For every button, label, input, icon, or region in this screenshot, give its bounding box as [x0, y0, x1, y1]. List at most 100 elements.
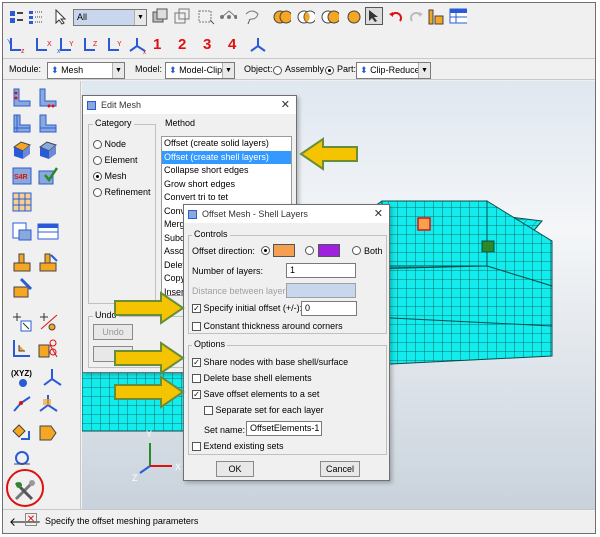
datum-point-icon[interactable] — [11, 393, 33, 415]
virtual-topology-icon[interactable] — [11, 277, 33, 299]
delete-base-checkbox[interactable] — [192, 374, 201, 384]
edit-node-icon[interactable] — [11, 311, 33, 333]
cancel-x-icon[interactable]: ✕ — [25, 513, 37, 526]
method-item[interactable]: Offset (create solid layers) — [162, 137, 291, 151]
seed-edges-icon[interactable] — [37, 87, 59, 109]
union-icon[interactable] — [273, 8, 291, 26]
direction-orange-radio[interactable] — [261, 246, 270, 255]
save-offset-row[interactable]: ✓ Save offset elements to a set — [192, 388, 319, 400]
intersect-icon[interactable] — [297, 8, 315, 26]
pointer-icon[interactable] — [51, 8, 69, 26]
part-radio[interactable] — [325, 66, 334, 75]
datum-csys-icon[interactable] — [41, 367, 63, 389]
repair-icon[interactable] — [37, 421, 59, 443]
node-radio[interactable] — [93, 140, 102, 150]
view-left-icon[interactable]: Y — [103, 36, 125, 54]
redo-icon[interactable] — [407, 8, 425, 26]
wire-icon[interactable] — [11, 447, 33, 469]
query-table-icon[interactable] — [37, 221, 59, 243]
edit-element-icon[interactable] — [37, 311, 59, 333]
distance-input[interactable] — [286, 283, 356, 298]
scissors-icon[interactable] — [37, 337, 59, 359]
assign-stack-icon[interactable] — [11, 221, 33, 243]
select-tool-icon[interactable] — [7, 8, 25, 26]
list-tool-icon[interactable] — [27, 8, 45, 26]
sphere-icon[interactable] — [345, 8, 363, 26]
exclude-icon[interactable] — [321, 8, 339, 26]
query-icon[interactable] — [427, 8, 445, 26]
ok-button[interactable]: OK — [216, 461, 254, 477]
category-node[interactable]: Node — [93, 138, 126, 150]
extend-sets-checkbox[interactable] — [192, 442, 201, 452]
constant-thickness-checkbox[interactable] — [192, 322, 201, 332]
seed-part-icon[interactable] — [11, 87, 33, 109]
offset-mesh-icon[interactable] — [11, 337, 33, 359]
view-front-icon[interactable]: zY — [7, 36, 29, 54]
active-arrow-tool-icon[interactable] — [365, 7, 383, 25]
mesh-radio[interactable] — [93, 172, 102, 182]
mesh-grid-icon[interactable] — [11, 191, 33, 213]
part-combo[interactable]: ⬍ Clip-Reduced ▼ — [356, 62, 431, 79]
category-mesh[interactable]: Mesh — [93, 170, 127, 182]
method-item[interactable]: Grow short edges — [162, 178, 291, 192]
method-item[interactable]: Collapse short edges — [162, 164, 291, 178]
mesh-controls-icon[interactable] — [11, 139, 33, 161]
view-bottom-icon[interactable]: Z — [79, 36, 101, 54]
view-number-2[interactable]: 2 — [178, 36, 186, 53]
select-shape-outline-icon[interactable] — [173, 8, 191, 26]
chevron-down-icon[interactable]: ▼ — [418, 63, 430, 78]
mesh-verify-icon[interactable] — [37, 139, 59, 161]
view-top-icon[interactable]: Yx — [55, 36, 77, 54]
method-item-selected[interactable]: Offset (create shell layers) — [162, 150, 291, 164]
layers-input[interactable]: 1 — [286, 263, 356, 278]
model-combo[interactable]: ⬍ Model-Clip ▼ — [165, 62, 235, 79]
view-back-icon[interactable]: X — [31, 36, 53, 54]
mesh-part-icon[interactable] — [11, 113, 33, 135]
polygon-select-icon[interactable] — [219, 8, 237, 26]
share-nodes-row[interactable]: ✓ Share nodes with base shell/surface — [192, 356, 348, 368]
view-iso-icon[interactable]: x — [127, 36, 149, 54]
direction-purple-radio[interactable] — [305, 246, 314, 255]
share-nodes-checkbox[interactable]: ✓ — [192, 358, 201, 368]
datum-plane-icon[interactable] — [37, 393, 59, 415]
undo-icon[interactable] — [387, 8, 405, 26]
selection-filter-combo[interactable]: All ▼ — [73, 9, 147, 26]
set-name-input[interactable]: OffsetElements-1 — [246, 421, 322, 436]
element-type-icon[interactable]: S4R — [11, 165, 33, 187]
chevron-down-icon[interactable]: ▼ — [134, 10, 146, 25]
refinement-radio[interactable] — [93, 188, 102, 198]
partition-edge-icon[interactable] — [37, 251, 59, 273]
separate-set-row[interactable]: Separate set for each layer — [204, 404, 324, 416]
view-triad-icon[interactable] — [247, 36, 269, 54]
view-number-1[interactable]: 1 — [153, 36, 161, 53]
extend-sets-row[interactable]: Extend existing sets — [192, 440, 284, 452]
select-shape-icon[interactable] — [151, 8, 169, 26]
partition-icon[interactable] — [11, 251, 33, 273]
drag-shape-icon[interactable] — [197, 8, 215, 26]
initial-offset-row[interactable]: ✓ Specify initial offset (+/-): — [192, 302, 302, 314]
constant-thickness-row[interactable]: Constant thickness around corners — [192, 320, 343, 332]
category-refinement[interactable]: Refinement — [93, 186, 151, 198]
initial-offset-input[interactable]: 0 — [301, 301, 357, 316]
element-radio[interactable] — [93, 156, 102, 166]
view-number-3[interactable]: 3 — [203, 36, 211, 53]
delete-base-row[interactable]: Delete base shell elements — [192, 372, 312, 384]
mesh-region-icon[interactable] — [37, 113, 59, 135]
lasso-select-icon[interactable] — [243, 8, 261, 26]
view-number-4[interactable]: 4 — [228, 36, 236, 53]
method-item[interactable]: Convert tri to tet — [162, 191, 291, 205]
assembly-radio[interactable] — [273, 66, 282, 75]
create-geometry-icon[interactable] — [11, 421, 33, 443]
xyz-coordinates-icon[interactable]: (XYZ) — [11, 367, 39, 389]
direction-both-radio[interactable] — [352, 246, 361, 255]
separate-set-checkbox[interactable] — [204, 406, 213, 416]
initial-offset-checkbox[interactable]: ✓ — [192, 304, 201, 314]
close-icon[interactable]: ✕ — [374, 205, 383, 223]
chevron-down-icon[interactable]: ▼ — [112, 63, 124, 78]
undo-button[interactable]: Undo — [93, 324, 133, 340]
save-offset-checkbox[interactable]: ✓ — [192, 390, 201, 400]
category-element[interactable]: Element — [93, 154, 138, 166]
verify-mesh-icon[interactable] — [37, 165, 59, 187]
module-combo[interactable]: ⬍ Mesh ▼ — [47, 62, 125, 79]
chevron-down-icon[interactable]: ▼ — [222, 63, 234, 78]
